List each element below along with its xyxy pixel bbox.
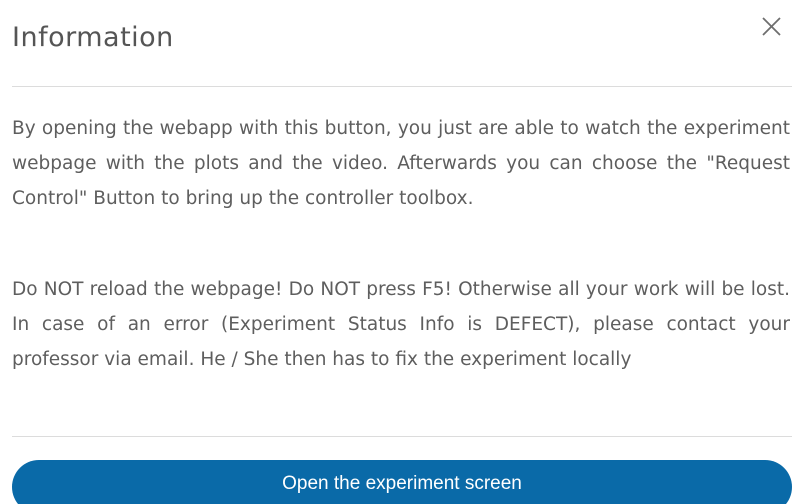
information-dialog: Information By opening the webapp with t… <box>0 0 792 504</box>
header-divider <box>12 86 792 87</box>
dialog-title: Information <box>12 22 174 53</box>
close-button[interactable] <box>754 10 788 44</box>
close-icon <box>762 17 781 36</box>
footer-divider <box>12 436 792 437</box>
info-paragraph-warning: Do NOT reload the webpage! Do NOT press … <box>12 279 790 370</box>
open-experiment-screen-button[interactable]: Open the experiment screen <box>12 460 792 504</box>
info-paragraph-watch: By opening the webapp with this button, … <box>12 118 790 209</box>
